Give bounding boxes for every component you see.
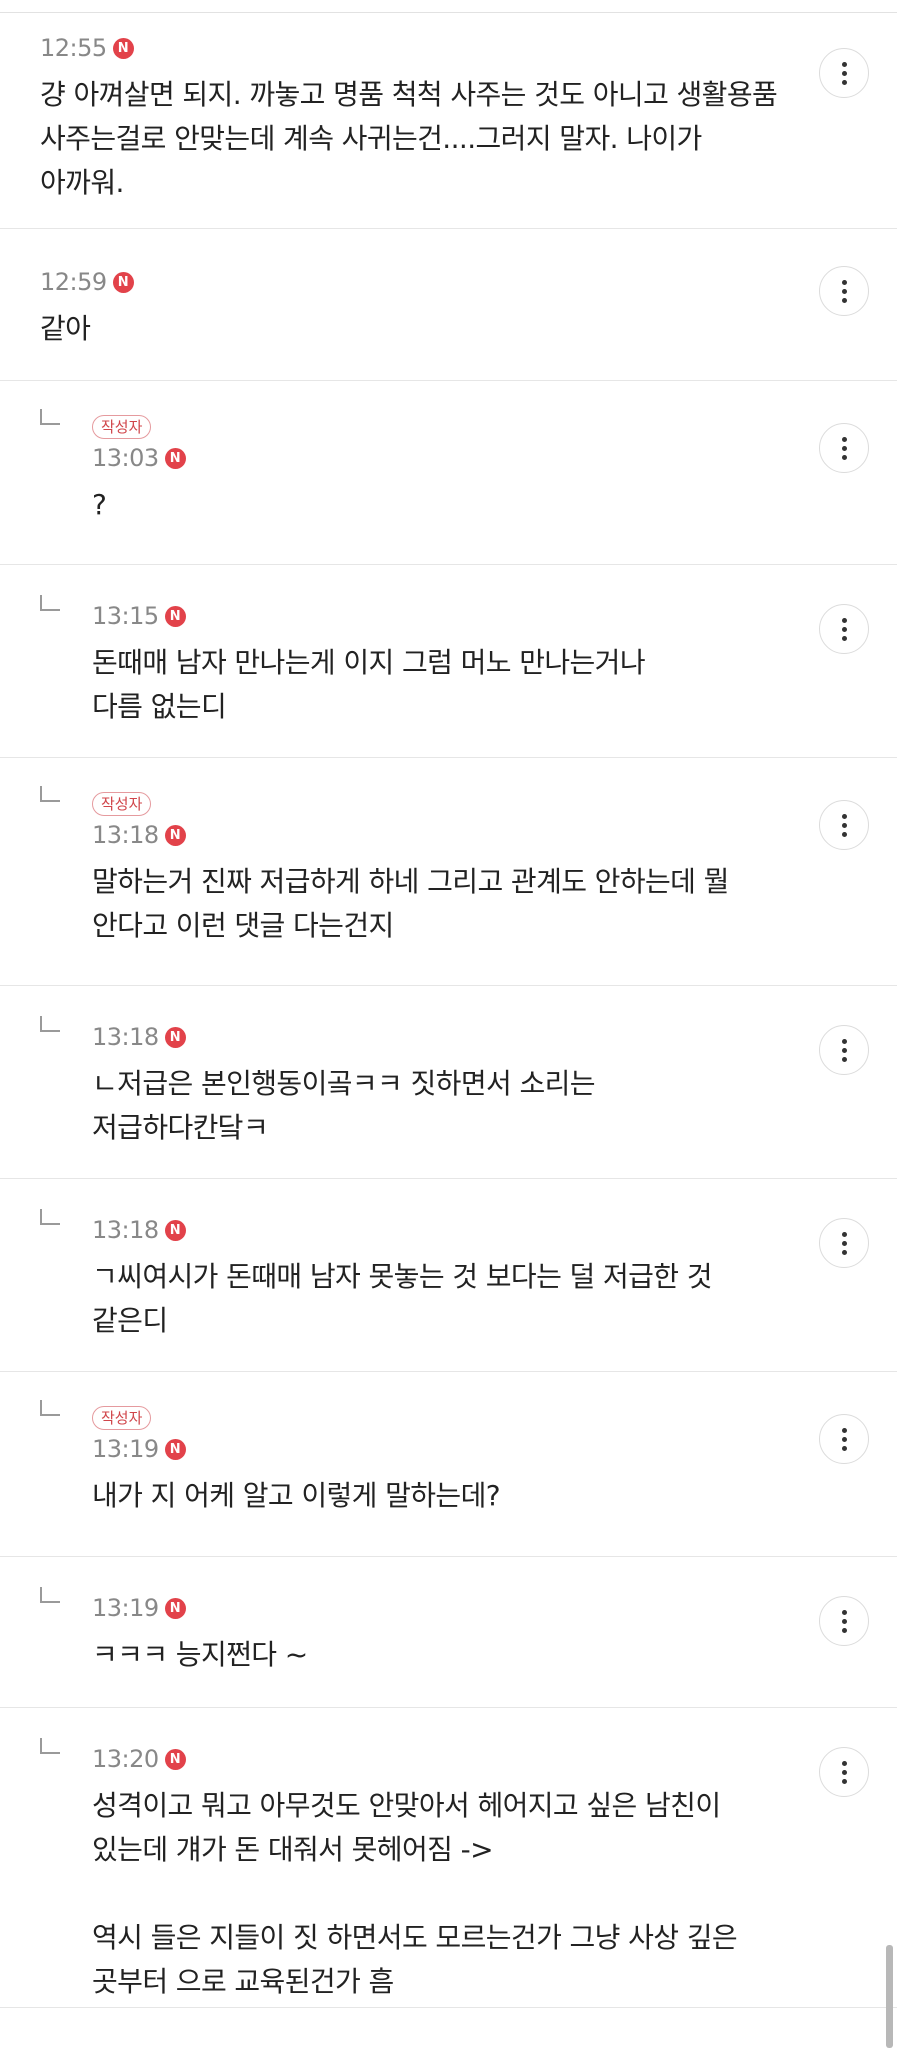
author-badge: 작성자 (92, 792, 152, 816)
more-vertical-icon (841, 617, 847, 623)
more-vertical-icon (841, 61, 847, 67)
more-options-button[interactable] (819, 1414, 869, 1464)
comment-time: 13:15 (92, 602, 159, 630)
more-vertical-icon (841, 1231, 847, 1237)
new-badge: N (164, 447, 186, 469)
comment: 12:59 N 같아 (0, 229, 897, 381)
more-vertical-icon (841, 79, 847, 85)
comment-text: 성격이고 뭐고 아무것도 안맞아서 헤어지고 싶은 남친이 있는데 걔가 돈 대… (92, 1789, 738, 1998)
reply-comment: 작성자 13:19 N 내가 지 어케 알고 이렇게 말하는데? (0, 1372, 897, 1557)
comment-text: 걍 아껴살면 되지. 까놓고 명품 척척 사주는 것도 아니고 생활용품 사주는… (40, 78, 778, 199)
more-vertical-icon (841, 454, 847, 460)
more-vertical-icon (841, 1240, 847, 1246)
more-vertical-icon (841, 1047, 847, 1053)
more-vertical-icon (841, 1436, 847, 1442)
new-badge: N (112, 37, 134, 59)
comment-time: 12:59 (40, 268, 107, 296)
comment: 12:55 N 걍 아껴살면 되지. 까놓고 명품 척척 사주는 것도 아니고 생활… (0, 13, 897, 229)
new-badge: N (164, 1438, 186, 1460)
comment-meta: 13:19 N (92, 1434, 787, 1464)
more-options-button[interactable] (819, 604, 869, 654)
more-vertical-icon (841, 1427, 847, 1433)
comment-text: ㄱ씨여시가 돈때매 남자 못놓는 것 보다는 덜 저급한 것 같은디 (92, 1260, 713, 1337)
top-divider (0, 0, 897, 13)
reply-comment: 13:19 N ㅋㅋㅋ 능지쩐다 ~ (0, 1557, 897, 1708)
more-options-button[interactable] (819, 266, 869, 316)
more-vertical-icon (841, 1038, 847, 1044)
comment-time: 13:19 (92, 1435, 159, 1463)
more-vertical-icon (841, 445, 847, 451)
more-vertical-icon (841, 288, 847, 294)
new-badge: N (164, 605, 186, 627)
comment-time: 12:55 (40, 34, 107, 62)
more-vertical-icon (841, 1627, 847, 1633)
author-badge: 작성자 (92, 1406, 152, 1430)
comment-list: 12:55 N 걍 아껴살면 되지. 까놓고 명품 척척 사주는 것도 아니고 생활… (0, 13, 897, 2008)
comment-meta: 13:15 N (92, 601, 787, 631)
more-options-button[interactable] (819, 423, 869, 473)
comment-meta: 12:55 N (40, 33, 787, 63)
comment-meta: 13:18 N (92, 1215, 787, 1245)
new-badge: N (164, 824, 186, 846)
more-options-button[interactable] (819, 1596, 869, 1646)
comment-meta: 13:18 N (92, 820, 787, 850)
more-vertical-icon (841, 70, 847, 76)
more-vertical-icon (841, 635, 847, 641)
comment-time: 13:20 (92, 1745, 159, 1773)
comment-time: 13:18 (92, 821, 159, 849)
reply-comment: 13:15 N 돈때매 남자 만나는게 이지 그럼 머노 만나는거나 다름 없는디 (0, 565, 897, 758)
more-vertical-icon (841, 1609, 847, 1615)
author-badge: 작성자 (92, 415, 152, 439)
more-vertical-icon (841, 1445, 847, 1451)
comment-time: 13:18 (92, 1216, 159, 1244)
comment-text: 내가 지 어케 알고 이렇게 말하는데? (92, 1479, 501, 1512)
comment-time: 13:19 (92, 1594, 159, 1622)
comment-time: 13:03 (92, 444, 159, 472)
more-options-button[interactable] (819, 1025, 869, 1075)
comment-meta: 13:19 N (92, 1593, 787, 1623)
new-badge: N (164, 1748, 186, 1770)
comment-text: ㄴ저급은 본인행동이곸ㅋㅋ 짓하면서 소리는 저급하다칸닼ㅋ (92, 1067, 596, 1144)
more-vertical-icon (841, 436, 847, 442)
more-options-button[interactable] (819, 1747, 869, 1797)
new-badge: N (164, 1026, 186, 1048)
comment-meta: 13:18 N (92, 1022, 787, 1052)
comment-text: 같아 (40, 312, 91, 345)
more-vertical-icon (841, 297, 847, 303)
comment-text: ? (92, 488, 107, 521)
more-vertical-icon (841, 1618, 847, 1624)
reply-comment: 작성자 13:03 N? (0, 381, 897, 565)
comment-meta: 12:59 N (40, 267, 787, 297)
more-vertical-icon (841, 1778, 847, 1784)
reply-comment: 13:18 N ㄴ저급은 본인행동이곸ㅋㅋ 짓하면서 소리는 저급하다칸닼ㅋ (0, 986, 897, 1179)
more-vertical-icon (841, 1249, 847, 1255)
new-badge: N (164, 1219, 186, 1241)
more-vertical-icon (841, 1056, 847, 1062)
reply-comment: 13:20 N 성격이고 뭐고 아무것도 안맞아서 헤어지고 싶은 남친이 있는데 … (0, 1708, 897, 2008)
comment-meta: 13:03 N (92, 443, 787, 473)
reply-comment: 13:18 N ㄱ씨여시가 돈때매 남자 못놓는 것 보다는 덜 저급한 것 같은디 (0, 1179, 897, 1372)
comment-time: 13:18 (92, 1023, 159, 1051)
more-vertical-icon (841, 626, 847, 632)
more-options-button[interactable] (819, 800, 869, 850)
comment-text: 돈때매 남자 만나는게 이지 그럼 머노 만나는거나 다름 없는디 (92, 646, 646, 723)
more-options-button[interactable] (819, 48, 869, 98)
new-badge: N (112, 271, 134, 293)
new-badge: N (164, 1597, 186, 1619)
more-vertical-icon (841, 813, 847, 819)
more-options-button[interactable] (819, 1218, 869, 1268)
reply-comment: 작성자 13:18 N 말하는거 진짜 저급하게 하네 그리고 관계도 안하는데 뭘 … (0, 758, 897, 986)
more-vertical-icon (841, 279, 847, 285)
comment-meta: 13:20 N (92, 1744, 787, 1774)
comment-text: ㅋㅋㅋ 능지쩐다 ~ (92, 1638, 308, 1671)
more-vertical-icon (841, 831, 847, 837)
more-vertical-icon (841, 822, 847, 828)
more-vertical-icon (841, 1760, 847, 1766)
scrollbar[interactable] (886, 1945, 893, 2048)
comment-text: 말하는거 진짜 저급하게 하네 그리고 관계도 안하는데 뭘 안다고 이런 댓글… (92, 865, 729, 942)
more-vertical-icon (841, 1769, 847, 1775)
